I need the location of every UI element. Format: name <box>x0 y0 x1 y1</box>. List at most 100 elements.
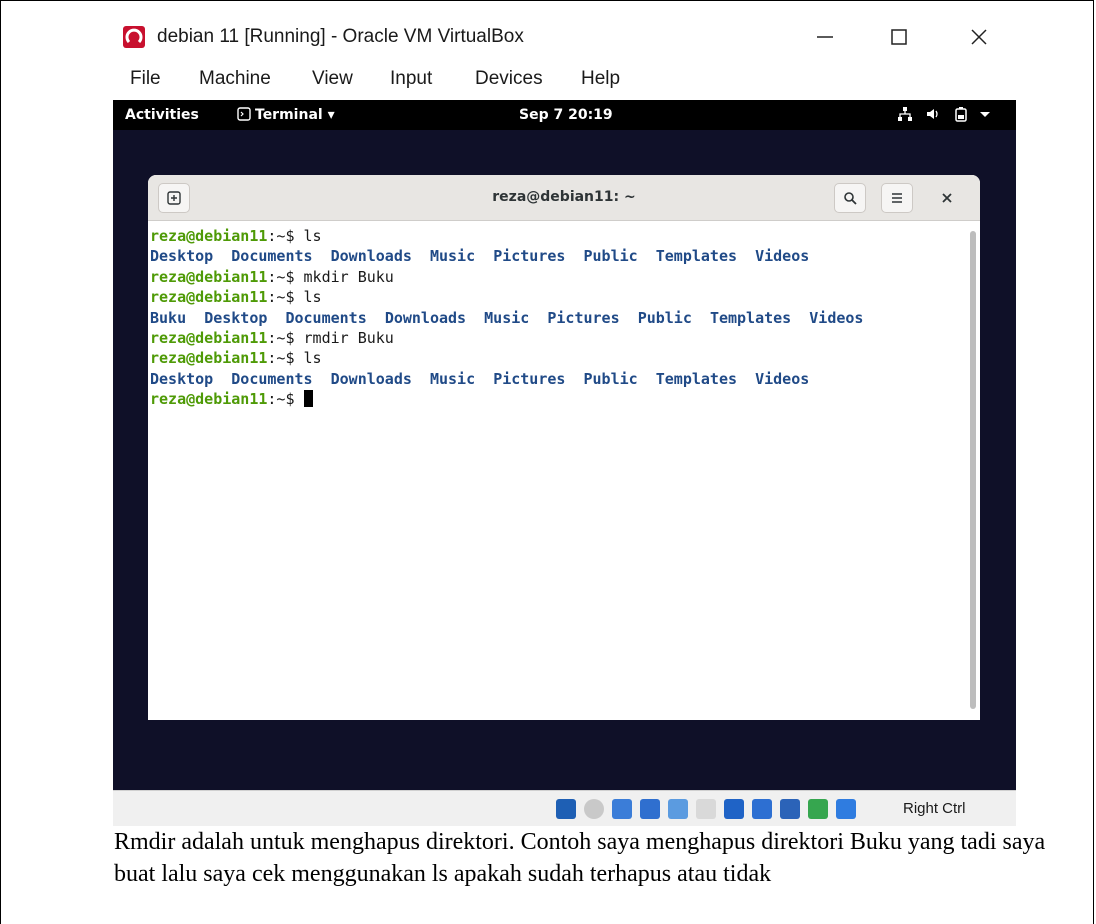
optical-drive-icon[interactable] <box>584 799 604 819</box>
terminal-prompt-suffix: :~$ <box>267 329 304 348</box>
guest-display[interactable]: Activities Terminal ▾ Sep 7 20:19 reza@d… <box>113 100 1016 790</box>
directory-entry: Public <box>583 369 638 388</box>
terminal-output[interactable]: reza@debian11:~$ ls Desktop Documents Dow… <box>150 226 965 716</box>
virtualbox-status-bar: Right Ctrl <box>113 790 1016 826</box>
title-bar: debian 11 [Running] - Oracle VM VirtualB… <box>113 10 1016 62</box>
menu-file[interactable]: File <box>130 68 161 90</box>
minimize-button[interactable] <box>805 20 845 54</box>
terminal-prompt: reza@debian11 <box>150 227 268 245</box>
terminal-prompt: reza@debian11 <box>150 267 268 286</box>
directory-entry: Documents <box>231 247 313 266</box>
terminal-command: mkdir Buku <box>303 267 394 286</box>
maximize-icon <box>891 29 907 45</box>
virtualbox-app-icon <box>123 26 145 48</box>
gnome-top-bar: Activities Terminal ▾ Sep 7 20:19 <box>113 100 1016 130</box>
network-icon[interactable] <box>640 799 660 819</box>
terminal-output-line: Desktop Documents Downloads Music Pictur… <box>150 246 965 266</box>
directory-entry: Videos <box>755 369 810 388</box>
menu-bar: File Machine View Input Devices Help <box>113 68 1016 98</box>
close-icon <box>971 29 987 45</box>
directory-entry: Downloads <box>330 369 412 388</box>
host-key-label: Right Ctrl <box>903 800 966 817</box>
directory-entry: Public <box>637 308 692 327</box>
terminal-command: ls <box>303 227 322 245</box>
search-icon <box>844 192 857 205</box>
terminal-close-button[interactable] <box>938 189 956 207</box>
activities-button[interactable]: Activities <box>125 107 199 123</box>
directory-entry: Music <box>429 247 476 266</box>
directory-entry: Videos <box>809 308 864 327</box>
menu-machine[interactable]: Machine <box>199 68 271 90</box>
terminal-command-line: reza@debian11:~$ ls <box>150 226 965 246</box>
directory-entry: Templates <box>655 369 738 388</box>
menu-view[interactable]: View <box>312 68 353 90</box>
terminal-prompt: reza@debian11 <box>150 349 268 368</box>
terminal-command: rmdir Buku <box>303 329 394 348</box>
directory-entry: Pictures <box>493 247 566 266</box>
recording-icon[interactable] <box>752 799 772 819</box>
terminal-command: ls <box>303 349 322 368</box>
battery-icon[interactable] <box>953 106 969 126</box>
terminal-scrollbar[interactable] <box>970 231 976 709</box>
directory-entry: Pictures <box>493 369 566 388</box>
directory-entry: Pictures <box>547 308 620 327</box>
shared-folders-icon[interactable] <box>696 799 716 819</box>
keyboard-capture-icon[interactable] <box>836 799 856 819</box>
clock[interactable]: Sep 7 20:19 <box>519 107 613 123</box>
directory-entry: Templates <box>655 247 738 266</box>
directory-entry: Desktop <box>204 308 268 327</box>
terminal-icon <box>237 107 251 121</box>
virtualbox-window: debian 11 [Running] - Oracle VM VirtualB… <box>113 10 1016 826</box>
terminal-command-line: reza@debian11:~$ mkdir Buku <box>150 267 965 287</box>
hamburger-menu-button[interactable] <box>881 183 913 213</box>
terminal-command: ls <box>303 288 322 307</box>
terminal-app-menu[interactable]: Terminal ▾ <box>237 107 335 123</box>
menu-input[interactable]: Input <box>390 68 432 90</box>
directory-entry: Videos <box>755 247 810 266</box>
volume-icon[interactable] <box>925 106 941 126</box>
system-menu-chevron-icon[interactable] <box>979 106 991 126</box>
terminal-command-line: reza@debian11:~$ ls <box>150 287 965 307</box>
usb-icon[interactable] <box>668 799 688 819</box>
directory-entry: Desktop <box>150 247 214 266</box>
hard-disk-icon[interactable] <box>556 799 576 819</box>
terminal-prompt-suffix: :~$ <box>267 227 304 245</box>
vt-x-icon[interactable] <box>780 799 800 819</box>
terminal-window[interactable]: reza@debian11: ~ reza@debian11:~$ ls Desk… <box>148 175 980 720</box>
directory-entry: Documents <box>285 308 367 327</box>
terminal-prompt-suffix: :~$ <box>267 390 304 409</box>
terminal-prompt-suffix: :~$ <box>267 288 304 307</box>
terminal-command-line: reza@debian11:~$ ls <box>150 348 965 368</box>
terminal-cursor <box>303 390 313 408</box>
menu-devices[interactable]: Devices <box>475 68 543 90</box>
terminal-header-bar: reza@debian11: ~ <box>148 175 980 221</box>
directory-entry: Buku <box>150 308 187 327</box>
terminal-prompt: reza@debian11 <box>150 288 268 307</box>
directory-entry: Documents <box>231 369 313 388</box>
terminal-prompt-suffix: :~$ <box>267 267 304 286</box>
directory-entry: Templates <box>709 308 792 327</box>
minimize-icon <box>817 36 833 38</box>
maximize-button[interactable] <box>879 20 919 54</box>
search-button[interactable] <box>834 183 866 213</box>
menu-help[interactable]: Help <box>581 68 620 90</box>
terminal-command-line: reza@debian11:~$ <box>150 389 965 409</box>
mouse-integration-icon[interactable] <box>808 799 828 819</box>
directory-entry: Downloads <box>330 247 412 266</box>
close-button[interactable] <box>959 20 999 54</box>
display-icon[interactable] <box>724 799 744 819</box>
hamburger-menu-icon <box>892 193 902 203</box>
terminal-app-menu-label: Terminal ▾ <box>255 107 335 123</box>
terminal-output-line: Desktop Documents Downloads Music Pictur… <box>150 369 965 389</box>
document-caption: Rmdir adalah untuk menghapus direktori. … <box>114 829 1046 887</box>
network-icon[interactable] <box>897 106 913 126</box>
directory-entry: Music <box>484 308 530 327</box>
terminal-prompt-suffix: :~$ <box>267 349 304 368</box>
directory-entry: Desktop <box>150 369 214 388</box>
window-title: debian 11 [Running] - Oracle VM VirtualB… <box>157 26 524 47</box>
terminal-prompt: reza@debian11 <box>150 329 268 348</box>
terminal-prompt: reza@debian11 <box>150 390 268 409</box>
audio-icon[interactable] <box>612 799 632 819</box>
terminal-output-line: Buku Desktop Documents Downloads Music P… <box>150 308 965 328</box>
directory-entry: Music <box>429 369 476 388</box>
